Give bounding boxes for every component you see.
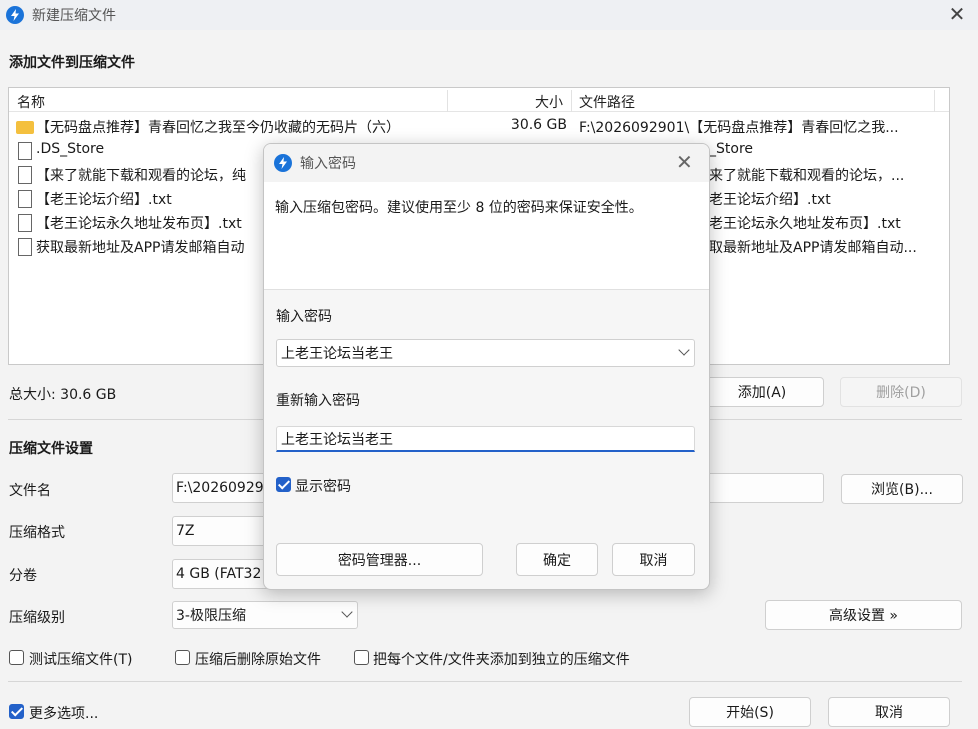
file-icon	[18, 142, 32, 160]
test-archive-label[interactable]: 测试压缩文件(T)	[29, 649, 132, 669]
dialog-cancel-button[interactable]: 取消	[612, 543, 695, 576]
split-label: 分卷	[9, 568, 37, 584]
dialog-title-bar: 输入密码 ✕	[264, 144, 709, 182]
level-value: 3-极限压缩	[176, 608, 246, 624]
row-name: 【无码盘点推荐】青春回忆之我至今仍收藏的无码片（六）	[36, 120, 400, 136]
filename-label: 文件名	[9, 483, 51, 499]
split-value: 4 GB (FAT32	[176, 566, 262, 582]
row-size: 30.6 GB	[510, 117, 567, 133]
column-header-name[interactable]: 名称	[17, 92, 45, 112]
chevron-down-icon[interactable]	[678, 344, 690, 356]
row-path: 来了就能下载和观看的论坛，...	[709, 168, 905, 184]
file-icon	[18, 214, 32, 232]
column-separator[interactable]	[447, 90, 448, 112]
ok-button[interactable]: 确定	[516, 543, 598, 576]
password-dialog: 输入密码 ✕ 输入压缩包密码。建议使用至少 8 位的密码来保证安全性。 输入密码…	[263, 143, 710, 590]
dialog-description-area: 输入压缩包密码。建议使用至少 8 位的密码来保证安全性。	[264, 182, 709, 290]
confirm-password-value: 上老王论坛当老王	[281, 431, 393, 448]
file-list-header: 名称 大小 文件路径	[9, 88, 949, 112]
delete-button[interactable]: 删除(D)	[840, 377, 962, 407]
dialog-description: 输入压缩包密码。建议使用至少 8 位的密码来保证安全性。	[275, 200, 643, 216]
start-button[interactable]: 开始(S)	[689, 697, 811, 727]
separate-archives-label[interactable]: 把每个文件/文件夹添加到独立的压缩文件	[373, 649, 630, 669]
confirm-password-label: 重新输入密码	[276, 393, 360, 409]
folder-icon	[16, 121, 34, 134]
window-title: 新建压缩文件	[32, 8, 116, 24]
confirm-password-input[interactable]: 上老王论坛当老王	[276, 426, 695, 452]
password-input[interactable]: 上老王论坛当老王	[276, 339, 695, 367]
file-icon	[18, 238, 32, 256]
app-icon	[274, 154, 292, 172]
delete-after-checkbox[interactable]	[175, 650, 190, 665]
column-separator[interactable]	[934, 90, 935, 112]
row-path: _Store	[709, 141, 754, 157]
password-manager-button[interactable]: 密码管理器...	[276, 543, 483, 576]
column-header-path[interactable]: 文件路径	[579, 92, 635, 112]
row-name: 【老王论坛介绍】.txt	[36, 192, 172, 208]
format-value: 7Z	[176, 523, 195, 539]
level-select[interactable]: 3-极限压缩	[172, 601, 358, 629]
delete-after-label[interactable]: 压缩后删除原始文件	[195, 649, 321, 669]
cancel-button[interactable]: 取消	[828, 697, 950, 727]
more-options-label[interactable]: 更多选项...	[29, 703, 98, 723]
row-name: .DS_Store	[36, 141, 105, 157]
row-path: F:\2026092901\【无码盘点推荐】青春回忆之我...	[579, 120, 899, 136]
row-name: 【老王论坛永久地址发布页】.txt	[36, 216, 242, 232]
settings-section-title: 压缩文件设置	[9, 441, 93, 457]
title-bar	[0, 0, 978, 30]
table-row[interactable]: 【无码盘点推荐】青春回忆之我至今仍收藏的无码片（六） 30.6 GB F:\20…	[9, 115, 949, 139]
test-archive-checkbox[interactable]	[9, 650, 24, 665]
password-label: 输入密码	[276, 309, 332, 325]
password-value: 上老王论坛当老王	[281, 346, 393, 362]
divider	[8, 681, 962, 682]
column-header-size[interactable]: 大小	[535, 92, 563, 112]
chevron-down-icon	[341, 606, 353, 618]
add-button[interactable]: 添加(A)	[700, 377, 824, 407]
show-password-checkbox[interactable]	[276, 477, 291, 492]
total-size: 总大小: 30.6 GB	[9, 387, 117, 403]
app-icon	[6, 6, 24, 24]
dialog-title: 输入密码	[300, 156, 356, 172]
more-options-checkbox[interactable]	[9, 704, 24, 719]
advanced-settings-button[interactable]: 高级设置 »	[765, 600, 962, 630]
dialog-close-icon[interactable]: ✕	[676, 150, 693, 174]
browse-button[interactable]: 浏览(B)...	[841, 474, 963, 504]
row-name: 获取最新地址及APP请发邮箱自动	[36, 240, 245, 256]
row-path: 老王论坛永久地址发布页】.txt	[709, 216, 901, 232]
files-section-title: 添加文件到压缩文件	[9, 55, 135, 71]
row-name: 【来了就能下载和观看的论坛，纯	[36, 168, 246, 184]
file-icon	[18, 166, 32, 184]
level-label: 压缩级别	[9, 610, 65, 626]
window-close-icon[interactable]: ✕	[944, 2, 970, 28]
show-password-label[interactable]: 显示密码	[295, 476, 351, 496]
file-icon	[18, 190, 32, 208]
separate-archives-checkbox[interactable]	[354, 650, 369, 665]
column-separator[interactable]	[571, 90, 572, 112]
row-path: 取最新地址及APP请发邮箱自动...	[709, 240, 917, 256]
format-label: 压缩格式	[9, 525, 65, 541]
row-path: 老王论坛介绍】.txt	[709, 192, 831, 208]
